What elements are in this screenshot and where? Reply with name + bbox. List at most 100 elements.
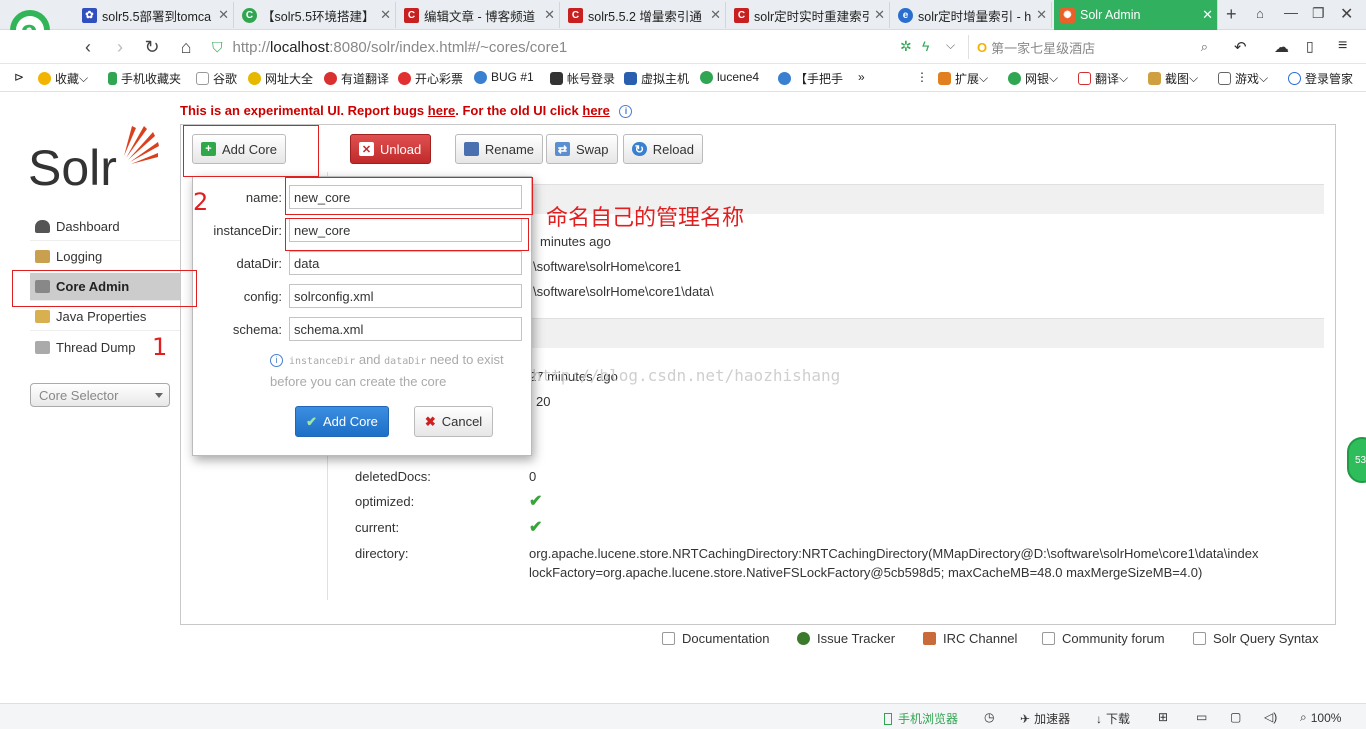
tab-3[interactable]: Csolr5.5.2 增量索引通 ✕ xyxy=(562,2,726,28)
bookmark-4[interactable]: 有道翻译 xyxy=(324,70,389,87)
download-button[interactable]: ↓ 下载 xyxy=(1096,710,1130,727)
bookmark-8[interactable]: 虚拟主机 xyxy=(624,70,689,87)
name-label: name: xyxy=(245,190,282,205)
restore-tabs-icon[interactable]: ⌂ xyxy=(1256,6,1264,21)
layout-icon[interactable]: ⊞ xyxy=(1158,710,1168,724)
smile-icon xyxy=(398,72,411,85)
undo-icon[interactable]: ↶ xyxy=(1234,38,1247,56)
ext-0[interactable]: 扩展 ⌵ xyxy=(938,70,988,87)
solr-logo[interactable]: Solr xyxy=(28,120,163,196)
ext-4[interactable]: 游戏 ⌵ xyxy=(1218,70,1268,87)
close-window-button[interactable]: ✕ xyxy=(1340,4,1353,24)
close-icon[interactable]: ✕ xyxy=(218,7,229,23)
tab-0[interactable]: ✿ solr5.5部署到tomca ✕ xyxy=(76,2,234,28)
optimized-check-icon: ✔ xyxy=(529,493,543,510)
data-dir-label: dataDir: xyxy=(236,256,282,271)
schema-field[interactable]: schema.xml xyxy=(289,317,522,341)
more-vertical-icon[interactable]: ⋮ xyxy=(916,70,928,84)
community-forum-link[interactable]: Community forum xyxy=(1042,631,1165,646)
nav-java-properties[interactable]: Java Properties xyxy=(30,303,180,331)
close-icon[interactable]: ✕ xyxy=(874,7,885,23)
home-button[interactable]: ⌂ xyxy=(174,35,198,59)
bookmark-5[interactable]: 开心彩票 xyxy=(398,70,463,87)
cloud-icon[interactable]: ☁ xyxy=(1274,38,1289,56)
side-badge[interactable]: 53 xyxy=(1347,437,1366,483)
grid-icon xyxy=(938,72,951,85)
sound-icon[interactable]: ◁) xyxy=(1264,710,1277,724)
tab-4[interactable]: Csolr定时实时重建索引 ✕ xyxy=(728,2,890,28)
nav-dashboard[interactable]: Dashboard xyxy=(30,213,180,241)
bookmark-more[interactable]: » xyxy=(858,70,865,84)
green-c-icon: C xyxy=(242,7,257,23)
history-icon[interactable]: ◷ xyxy=(984,710,994,724)
mail-icon xyxy=(1042,632,1055,645)
unload-button[interactable]: ✕ Unload xyxy=(350,134,431,164)
bookmark-7[interactable]: 帐号登录 xyxy=(550,70,615,87)
data-dir-field[interactable]: data xyxy=(289,251,522,275)
core-selector[interactable]: Core Selector xyxy=(30,383,170,407)
documentation-link[interactable]: Documentation xyxy=(662,631,769,646)
back-button[interactable]: ‹ xyxy=(76,35,100,59)
deleted-docs-value: 0 xyxy=(529,469,537,484)
tab-2[interactable]: C 编辑文章 - 博客频道 ✕ xyxy=(398,2,560,28)
lightning-icon[interactable]: ϟ xyxy=(922,38,929,54)
directory-value-line2: lockFactory=org.apache.lucene.store.Nati… xyxy=(529,565,1203,580)
url-field[interactable]: ⛉ http://localhost:8080/solr/index.html#… xyxy=(212,35,942,59)
forward-button[interactable]: › xyxy=(108,35,132,59)
tab-6[interactable]: ✺ Solr Admin ✕ xyxy=(1054,0,1218,30)
ext-3[interactable]: 截图 ⌵ xyxy=(1148,70,1198,87)
ext-2[interactable]: 翻译 ⌵ xyxy=(1078,70,1128,87)
page-icon xyxy=(196,72,209,85)
dashboard-icon xyxy=(35,220,50,233)
csdn-icon: C xyxy=(734,7,749,23)
dialog-cancel-button[interactable]: ✖ Cancel xyxy=(414,406,493,437)
mobile-browser-button[interactable]: 手机浏览器 xyxy=(884,710,958,727)
solr-logo-text: Solr xyxy=(28,140,117,192)
sidebar-toggle-icon[interactable]: ⊳ xyxy=(14,70,24,84)
zoom-control[interactable]: ⌕ 100% xyxy=(1300,710,1341,725)
reload-button[interactable]: ↻ Reload xyxy=(623,134,703,164)
minimize-button[interactable]: — xyxy=(1284,4,1298,20)
thread-dump-icon xyxy=(35,340,50,354)
security-icon[interactable]: ✲ xyxy=(900,38,912,55)
close-icon[interactable]: ✕ xyxy=(710,7,721,23)
close-icon[interactable]: ✕ xyxy=(380,7,391,23)
directory-label: directory: xyxy=(355,546,409,561)
dialog-add-core-button[interactable]: ✔ Add Core xyxy=(295,406,389,437)
bookmark-10[interactable]: 【手把手 xyxy=(778,70,843,87)
screen-icon[interactable]: ▭ xyxy=(1196,710,1207,724)
bookmark-2[interactable]: 谷歌 xyxy=(196,70,237,87)
report-bugs-link[interactable]: here xyxy=(428,103,455,118)
bookmark-9[interactable]: lucene4 xyxy=(700,70,759,84)
config-field[interactable]: solrconfig.xml xyxy=(289,284,522,308)
window-icon[interactable]: ▢ xyxy=(1230,710,1241,724)
tab-5[interactable]: e solr定时增量索引 - h ✕ xyxy=(892,2,1052,28)
ext-5[interactable]: 登录管家 xyxy=(1288,70,1353,87)
search-input[interactable]: O 第一家七星级酒店 ⌕ xyxy=(968,35,1214,59)
refresh-button[interactable]: ↻ xyxy=(140,35,164,59)
query-syntax-link[interactable]: Solr Query Syntax xyxy=(1193,631,1319,646)
swap-button[interactable]: ⇄ Swap xyxy=(546,134,618,164)
old-ui-link[interactable]: here xyxy=(582,103,609,118)
ext-1[interactable]: 网银 ⌵ xyxy=(1008,70,1058,87)
close-icon[interactable]: ✕ xyxy=(1036,7,1047,23)
bookmark-3[interactable]: 网址大全 xyxy=(248,70,313,87)
close-icon[interactable]: ✕ xyxy=(544,7,555,23)
tab-1[interactable]: C 【solr5.5环境搭建】 ✕ xyxy=(236,2,396,28)
bookmark-0[interactable]: 收藏 ⌵ xyxy=(38,70,88,87)
dropdown-icon[interactable]: ⌵ xyxy=(946,38,955,53)
current-label: current: xyxy=(355,520,400,535)
accelerator-button[interactable]: ✈ 加速器 xyxy=(1020,710,1070,727)
maximize-button[interactable]: ❐ xyxy=(1312,5,1325,22)
bookmark-1[interactable]: 手机收藏夹 xyxy=(108,70,181,87)
nav-logging[interactable]: Logging xyxy=(30,243,180,271)
issue-tracker-link[interactable]: Issue Tracker xyxy=(797,631,895,646)
bookmark-6[interactable]: BUG #1 xyxy=(474,70,534,84)
rename-button[interactable]: Rename xyxy=(455,134,543,164)
new-tab-button[interactable]: + xyxy=(1226,4,1237,25)
irc-channel-link[interactable]: IRC Channel xyxy=(923,631,1017,646)
close-icon[interactable]: ✕ xyxy=(1202,7,1213,23)
phone-icon[interactable]: ▯ xyxy=(1306,38,1314,55)
search-icon[interactable]: ⌕ xyxy=(1201,39,1208,55)
menu-icon[interactable]: ≡ xyxy=(1338,37,1347,55)
